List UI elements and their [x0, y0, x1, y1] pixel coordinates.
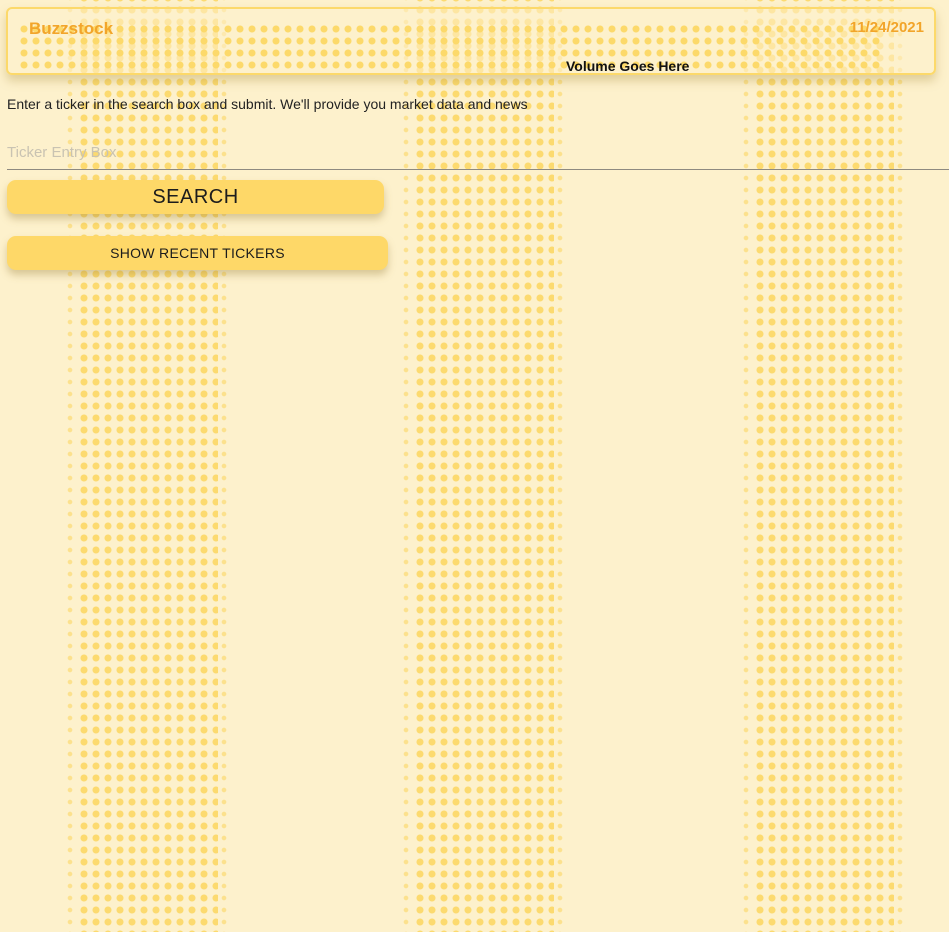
current-date: 11/24/2021	[849, 19, 924, 36]
ticker-entry-input[interactable]	[7, 136, 949, 170]
show-recent-tickers-button[interactable]: SHOW RECENT TICKERS	[7, 236, 388, 270]
app-title: Buzzstock	[29, 19, 114, 38]
app-header: Buzzstock 11/24/2021 Volume Goes Here	[6, 7, 936, 75]
search-button[interactable]: SEARCH	[7, 180, 384, 214]
header-halftone-pattern	[18, 23, 884, 71]
instructions-text: Enter a ticker in the search box and sub…	[7, 96, 528, 112]
volume-text: Volume Goes Here	[566, 58, 690, 74]
